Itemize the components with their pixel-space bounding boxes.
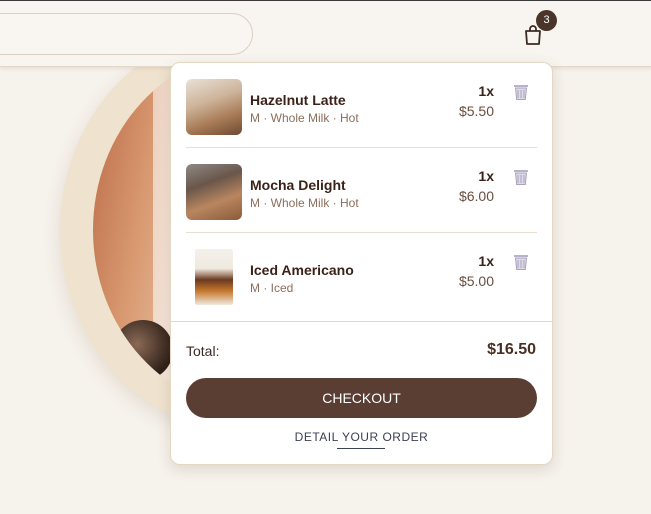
cart-item: Iced Americano M · Iced 1x $5.00 <box>186 233 537 318</box>
cart-item-options: M · Whole Milk · Hot <box>250 111 359 125</box>
cart-item-options: M · Iced <box>250 281 294 295</box>
cart-item-price: $5.00 <box>458 273 494 289</box>
top-navigation-bar: 3 <box>0 0 651 67</box>
total-label: Total: <box>186 343 220 359</box>
iced-americano-photo <box>195 249 233 305</box>
detail-your-order-link[interactable]: DETAIL YOUR ORDER <box>171 430 552 444</box>
hazelnut-latte-photo <box>186 79 242 135</box>
cart-item-quantity: 1x <box>478 168 494 184</box>
cart-item-quantity: 1x <box>478 253 494 269</box>
trash-icon[interactable] <box>512 253 530 271</box>
cart-item-options: M · Whole Milk · Hot <box>250 196 359 210</box>
trash-icon[interactable] <box>512 168 530 186</box>
checkout-button[interactable]: CHECKOUT <box>186 378 537 418</box>
cart-dropdown: Hazelnut Latte M · Whole Milk · Hot 1x $… <box>170 62 553 465</box>
cart-item-name: Iced Americano <box>250 262 354 278</box>
cart-count-badge: 3 <box>536 10 557 31</box>
cart-item-quantity: 1x <box>478 83 494 99</box>
mocha-delight-photo <box>186 164 242 220</box>
cart-item-name: Mocha Delight <box>250 177 346 193</box>
cart-divider <box>171 321 552 322</box>
cart-item-price: $6.00 <box>458 188 494 204</box>
search-input[interactable] <box>0 13 253 55</box>
total-value: $16.50 <box>487 341 536 358</box>
detail-link-underline <box>337 448 385 449</box>
cart-item: Mocha Delight M · Whole Milk · Hot 1x $6… <box>186 148 537 233</box>
cart-item-price: $5.50 <box>458 103 494 119</box>
cart-item-name: Hazelnut Latte <box>250 92 346 108</box>
trash-icon[interactable] <box>512 83 530 101</box>
cart-item: Hazelnut Latte M · Whole Milk · Hot 1x $… <box>186 63 537 148</box>
